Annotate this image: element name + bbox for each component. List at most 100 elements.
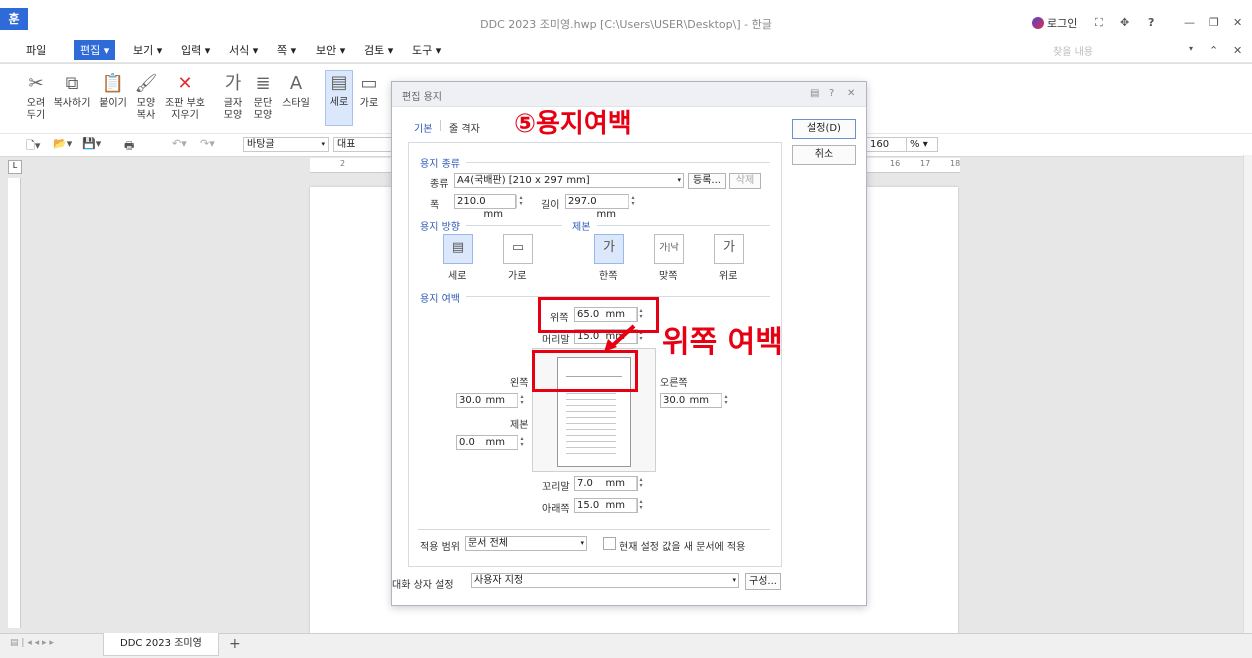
width-input[interactable]: 210.0 mm — [454, 194, 516, 220]
gutter-margin-input[interactable]: 0.0 mm — [456, 435, 518, 450]
move-icon[interactable]: ✥ — [1120, 16, 1129, 29]
bottom-margin-input[interactable]: 15.0 mm — [574, 498, 638, 513]
right-margin-spinner[interactable]: ▴ ▾ — [721, 394, 730, 407]
width-label: 폭 — [430, 200, 440, 211]
minimize-icon[interactable]: — — [1184, 16, 1195, 29]
para-shape-button[interactable]: ≣ 문단 모양 — [251, 72, 275, 122]
footer-margin-spinner[interactable]: ▴ ▾ — [636, 477, 645, 490]
gutter-margin-spinner[interactable]: ▴ ▾ — [517, 436, 526, 449]
footer-margin-input[interactable]: 7.0 mm — [574, 476, 638, 491]
menu-review[interactable]: 검토 ▾ — [364, 42, 393, 58]
cut-button[interactable]: ✂ 오려 두기 — [22, 72, 50, 122]
add-tab-button[interactable]: + — [229, 636, 241, 652]
clear-code-button[interactable]: ✕ 조판 부호 지우기 — [164, 72, 206, 122]
landscape-option[interactable]: ▭ — [503, 234, 533, 264]
format-copy-icon: 🖌 — [134, 73, 158, 94]
menu-edit-label: 편집 — [80, 44, 101, 57]
menu-view[interactable]: 보기 ▾ — [133, 42, 162, 58]
tab-nav-icon[interactable]: ▤ | ◂ ◂ ▸ ▸ — [10, 638, 54, 648]
menu-format[interactable]: 서식 ▾ — [229, 42, 258, 58]
height-spinner[interactable]: ▴ ▾ — [628, 195, 637, 208]
save-icon[interactable]: 💾▾ — [82, 137, 101, 150]
register-button[interactable]: 등록... — [688, 173, 726, 189]
menu-tools[interactable]: 도구 ▾ — [412, 42, 441, 58]
copy-button[interactable]: ⧉ 복사하기 — [52, 72, 92, 110]
font-select[interactable]: 대표 — [333, 137, 393, 152]
close-icon[interactable]: ✕ — [1233, 16, 1242, 29]
zoom-input[interactable]: 160 — [866, 137, 910, 152]
login-label: 로그인 — [1047, 17, 1078, 30]
paper-kind-value: A4(국배판) [210 x 297 mm] — [457, 175, 590, 186]
menu-page[interactable]: 쪽 ▾ — [277, 42, 296, 58]
ok-button[interactable]: 설정(D) — [792, 119, 856, 139]
ruler-mark: 2 — [340, 159, 346, 168]
format-copy-button[interactable]: 🖌 모양 복사 — [134, 72, 158, 122]
fullscreen-icon[interactable]: ⛶ — [1095, 16, 1103, 30]
dialog-setting-label: 대화 상자 설정 — [392, 580, 454, 591]
portrait-button[interactable]: ▤ 세로 — [325, 70, 353, 126]
tab-basic[interactable]: 기본 — [414, 120, 432, 135]
dialog-close-icon[interactable]: ✕ — [847, 88, 855, 99]
orientation-section: 용지 방향 — [420, 222, 460, 233]
menu-search-input[interactable]: 찾을 내용 — [1053, 43, 1093, 58]
undo-icon[interactable]: ↶▾ — [172, 137, 187, 150]
format-copy-label: 모양 복사 — [136, 98, 156, 121]
paper-type-section: 용지 종류 — [420, 159, 460, 170]
left-margin-input[interactable]: 30.0 mm — [456, 393, 518, 408]
search-dropdown-icon[interactable]: ▾ — [1189, 44, 1193, 53]
binding-one-side-option[interactable]: 가 — [594, 234, 624, 264]
document-tab[interactable]: DDC 2023 조미영 — [103, 633, 219, 656]
para-shape-icon: ≣ — [255, 73, 271, 94]
menu-file[interactable]: 파일 — [26, 42, 46, 58]
print-icon[interactable]: 🖶 — [124, 137, 134, 156]
width-value: 210.0 — [457, 196, 486, 207]
height-input[interactable]: 297.0 mm — [565, 194, 629, 220]
dialog-help-icon[interactable]: ? — [829, 88, 834, 99]
annotation-title: ⑤용지여백 — [514, 109, 632, 139]
binding-top-option[interactable]: 가 — [714, 234, 744, 264]
binding-top-icon: 가 — [723, 240, 735, 255]
landscape-button[interactable]: ▭ 가로 — [356, 72, 382, 110]
tab-divider — [440, 120, 441, 131]
redo-icon[interactable]: ↷▾ — [200, 137, 215, 150]
char-shape-icon: 가 — [224, 73, 242, 94]
ruler-mark: 16 — [890, 159, 901, 168]
apply-scope-select[interactable]: 문서 전체 ▾ — [465, 536, 587, 551]
binding-facing-option[interactable]: 가|낙 — [654, 234, 684, 264]
vertical-scrollbar[interactable] — [1243, 155, 1252, 633]
chevron-up-icon[interactable]: ⌃ — [1209, 44, 1218, 57]
open-icon[interactable]: 📂▾ — [53, 137, 72, 150]
paste-button[interactable]: 📋 붙이기 — [98, 72, 128, 110]
char-shape-button[interactable]: 가 글자 모양 — [221, 72, 245, 122]
menu-edit[interactable]: 편집 ▾ — [74, 40, 116, 60]
dialog-setting-select[interactable]: 사용자 지정 ▾ — [471, 573, 739, 588]
paper-kind-select[interactable]: A4(국배판) [210 x 297 mm] ▾ — [454, 173, 684, 188]
portrait-option[interactable]: ▤ — [443, 234, 473, 264]
dialog-menu-icon[interactable]: ▤ — [810, 88, 819, 99]
right-margin-input[interactable]: 30.0 mm — [660, 393, 722, 408]
style-button[interactable]: A 스타일 — [281, 72, 311, 110]
vertical-ruler[interactable] — [8, 178, 21, 628]
style-select[interactable]: 바탕글 ▾ — [243, 137, 329, 152]
menu-insert[interactable]: 입력 ▾ — [181, 42, 210, 58]
ruler-corner-icon[interactable]: L — [8, 160, 22, 174]
menu-security[interactable]: 보안 ▾ — [316, 42, 345, 58]
restore-icon[interactable]: ❐ — [1209, 16, 1219, 29]
copy-icon: ⧉ — [65, 73, 79, 94]
help-icon[interactable]: ? — [1148, 16, 1154, 29]
bottom-margin-spinner[interactable]: ▴ ▾ — [636, 499, 645, 512]
unit-label: mm — [485, 437, 505, 448]
width-spinner[interactable]: ▴ ▾ — [516, 195, 525, 208]
delete-button[interactable]: 삭제 — [729, 173, 761, 189]
cancel-button[interactable]: 취소 — [792, 145, 856, 165]
config-button[interactable]: 구성... — [745, 573, 781, 590]
apply-scope-label: 적용 범위 — [420, 542, 460, 553]
login-button[interactable]: 로그인 — [1032, 15, 1077, 31]
apply-new-doc-checkbox[interactable] — [603, 537, 616, 550]
left-margin-spinner[interactable]: ▴ ▾ — [517, 394, 526, 407]
zoom-unit-select[interactable]: % ▾ — [906, 137, 938, 152]
close-search-icon[interactable]: ✕ — [1233, 44, 1242, 57]
clear-code-icon: ✕ — [177, 73, 193, 94]
tab-line-grid[interactable]: 줄 격자 — [449, 120, 480, 135]
new-doc-icon[interactable]: 🗋▾ — [26, 137, 40, 156]
